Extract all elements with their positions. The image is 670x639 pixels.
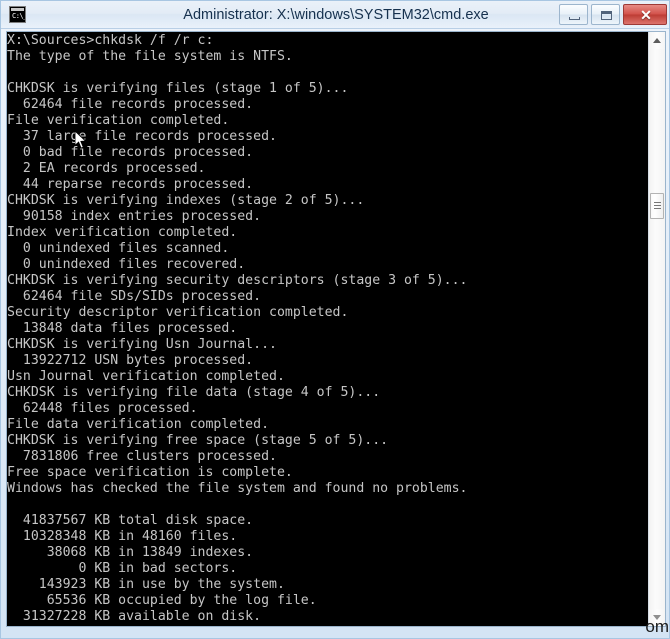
scrollbar-grip-icon <box>654 202 661 210</box>
console-vertical-scrollbar[interactable] <box>648 32 665 626</box>
scroll-up-button[interactable] <box>649 32 665 49</box>
minimize-icon <box>569 17 580 20</box>
close-icon: ✕ <box>640 7 652 23</box>
cmd-window: C:\_ Administrator: X:\windows\SYSTEM32\… <box>0 0 670 639</box>
close-button[interactable]: ✕ <box>623 4 667 25</box>
window-controls: ✕ <box>559 4 667 25</box>
window-titlebar[interactable]: C:\_ Administrator: X:\windows\SYSTEM32\… <box>1 1 669 29</box>
maximize-icon <box>601 11 612 20</box>
cmd-console-icon: C:\_ <box>9 6 26 23</box>
scrollbar-thumb[interactable] <box>650 193 664 220</box>
page-watermark: om <box>645 617 669 636</box>
icon-prompt-text: C:\_ <box>12 12 26 20</box>
minimize-button[interactable] <box>559 4 588 25</box>
icon-titlebar-stripe <box>11 8 24 11</box>
chevron-up-icon <box>653 38 661 43</box>
console-client-area[interactable]: X:\Sources>chkdsk /f /r c: The type of t… <box>6 31 666 627</box>
console-output-text: X:\Sources>chkdsk /f /r c: The type of t… <box>7 33 468 624</box>
maximize-button[interactable] <box>591 4 620 25</box>
